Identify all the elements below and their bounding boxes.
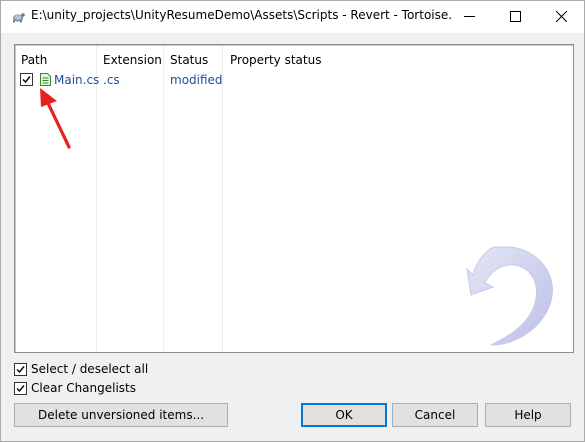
cancel-button[interactable]: Cancel (392, 403, 478, 427)
maximize-button[interactable] (492, 1, 538, 32)
column-header-property-status[interactable]: Property status (230, 53, 321, 67)
column-separator (96, 46, 97, 352)
clear-changelists-option[interactable]: Clear Changelists (14, 380, 136, 396)
delete-unversioned-button[interactable]: Delete unversioned items... (14, 403, 228, 427)
ok-button[interactable]: OK (301, 403, 387, 427)
close-button[interactable] (538, 1, 584, 32)
select-all-checkbox[interactable] (14, 362, 27, 376)
select-all-option[interactable]: Select / deselect all (14, 361, 148, 377)
clear-changelists-checkbox[interactable] (14, 381, 27, 395)
column-separator (222, 46, 223, 352)
checkmark-icon (16, 365, 25, 373)
select-all-label: Select / deselect all (31, 362, 149, 376)
tortoisesvn-revert-logo (466, 246, 553, 346)
changes-list[interactable]: Path Extension Status Property status Ma… (14, 44, 574, 353)
maximize-icon (509, 11, 521, 22)
column-header-status[interactable]: Status (170, 53, 208, 67)
clear-changelists-label: Clear Changelists (31, 381, 137, 395)
title-bar: E:\unity_projects\UnityResumeDemo\Assets… (1, 1, 584, 33)
close-icon (555, 11, 567, 22)
checkmark-icon (16, 384, 25, 392)
row-extension: .cs (103, 73, 120, 87)
tortoisesvn-turtle-icon (13, 13, 25, 23)
help-button[interactable]: Help (485, 403, 571, 427)
column-separator (163, 46, 164, 352)
column-header-path[interactable]: Path (21, 53, 47, 67)
revert-dialog: E:\unity_projects\UnityResumeDemo\Assets… (0, 0, 585, 442)
window-title: E:\unity_projects\UnityResumeDemo\Assets… (31, 8, 451, 22)
minimize-button[interactable] (446, 1, 492, 32)
row-checkbox[interactable] (20, 73, 33, 86)
minimize-icon (463, 16, 475, 17)
red-arrow-annotation (40, 88, 71, 149)
column-header-extension[interactable]: Extension (103, 53, 162, 67)
checkmark-icon (22, 76, 31, 84)
row-status: modified (170, 73, 223, 87)
